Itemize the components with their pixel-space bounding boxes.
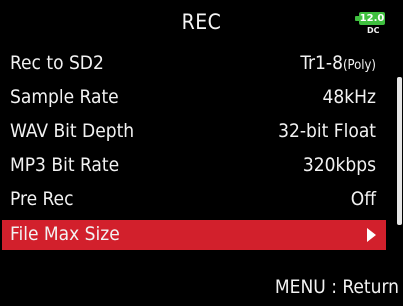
scrollbar-thumb[interactable] xyxy=(397,77,402,225)
value-main: Tr1-8 xyxy=(300,52,343,74)
power-source-label: DC xyxy=(367,26,380,35)
rec-menu-screen: REC 12.0 DC Rec to SD2 Tr1-8(Poly) Sampl… xyxy=(0,0,403,306)
menu-item-sample-rate[interactable]: Sample Rate 48kHz xyxy=(0,81,396,115)
submenu-arrow-icon xyxy=(367,228,376,242)
menu-return-hint: MENU : Return xyxy=(274,276,399,298)
battery-voltage: 12.0 xyxy=(359,12,385,25)
menu-item-label: Sample Rate xyxy=(10,86,119,108)
footer: MENU : Return xyxy=(0,266,403,306)
menu-item-label: File Max Size xyxy=(10,223,120,245)
menu-item-label: MP3 Bit Rate xyxy=(10,154,120,176)
menu-item-label: Rec to SD2 xyxy=(10,52,104,74)
scrollbar[interactable] xyxy=(396,47,403,257)
menu-item-pre-rec[interactable]: Pre Rec Off xyxy=(0,183,396,217)
menu-item-value: 32-bit Float xyxy=(278,120,376,142)
menu-item-value: Off xyxy=(350,188,376,210)
menu-item-value: 320kbps xyxy=(302,154,376,176)
menu-item-label: WAV Bit Depth xyxy=(10,120,135,142)
battery-icon: 12.0 DC xyxy=(355,10,389,38)
menu-item-rec-to-sd2[interactable]: Rec to SD2 Tr1-8(Poly) xyxy=(0,47,396,81)
rec-menu-list: Rec to SD2 Tr1-8(Poly) Sample Rate 48kHz… xyxy=(0,47,396,250)
menu-item-value: 48kHz xyxy=(322,86,376,108)
menu-item-value: Tr1-8(Poly) xyxy=(300,52,376,74)
menu-item-wav-bit-depth[interactable]: WAV Bit Depth 32-bit Float xyxy=(0,115,396,149)
page-title: REC xyxy=(181,10,222,34)
menu-item-file-max-size[interactable]: File Max Size xyxy=(2,220,386,250)
menu-item-label: Pre Rec xyxy=(10,188,74,210)
value-suffix: (Poly) xyxy=(342,58,376,73)
menu-item-mp3-bit-rate[interactable]: MP3 Bit Rate 320kbps xyxy=(0,149,396,183)
header: REC 12.0 DC xyxy=(0,0,403,44)
